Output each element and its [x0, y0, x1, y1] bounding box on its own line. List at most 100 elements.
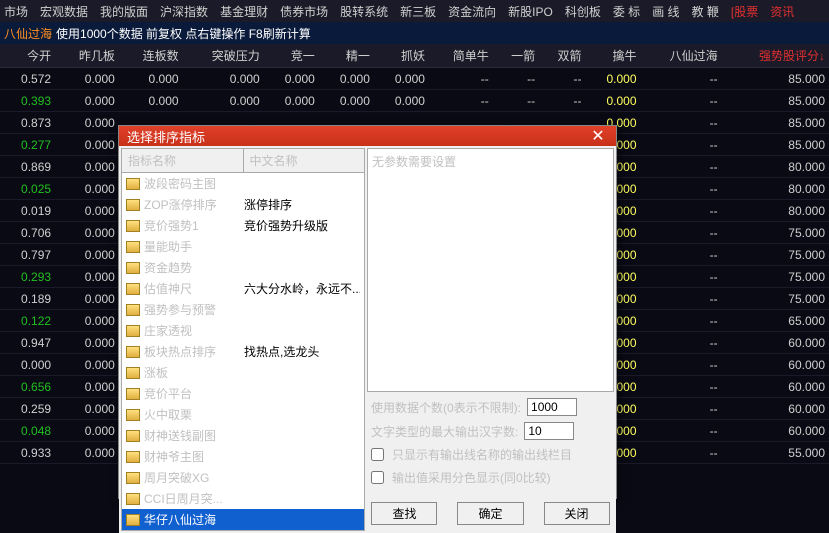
list-item[interactable]: 财神送钱副图 — [122, 425, 364, 446]
table-row[interactable]: 0.3930.0000.0000.0000.0000.0000.000-----… — [0, 90, 829, 112]
close-button[interactable]: 关闭 — [544, 502, 610, 525]
subbar-text: 使用1000个数据 前复权 点右键操作 F8刷新计算 — [56, 25, 311, 42]
column-header[interactable]: 八仙过海 — [641, 44, 722, 68]
cell: 0.000 — [319, 68, 374, 90]
indicator-icon — [126, 304, 140, 316]
list-item[interactable]: 华仔八仙过海 — [122, 509, 364, 530]
indicator-name: 估值神尺 — [144, 280, 240, 297]
menu-item[interactable]: 新股IPO — [508, 3, 553, 20]
cell: -- — [641, 68, 722, 90]
column-header[interactable]: 简单牛 — [429, 44, 493, 68]
list-item[interactable]: 涨板 — [122, 362, 364, 383]
menu-item[interactable]: 画 线 — [652, 3, 679, 20]
menu-item[interactable]: 沪深指数 — [160, 3, 208, 20]
only-named-label: 只显示有输出线名称的输出线栏目 — [392, 446, 572, 463]
column-header[interactable]: 竞一 — [264, 44, 319, 68]
table-row[interactable]: 0.5720.0000.0000.0000.0000.0000.000-----… — [0, 68, 829, 90]
menu-item[interactable]: 教 鞭 — [692, 3, 719, 20]
list-item[interactable]: 火中取栗 — [122, 404, 364, 425]
column-header[interactable]: 昨几板 — [55, 44, 119, 68]
col-indicator-name[interactable]: 指标名称 — [122, 149, 244, 172]
list-item[interactable]: 波段密码主图 — [122, 173, 364, 194]
indicator-icon — [126, 178, 140, 190]
subbar-title: 八仙过海 — [4, 25, 52, 42]
column-header[interactable]: 双箭 — [539, 44, 585, 68]
indicator-name: ZOP涨停排序 — [144, 196, 240, 213]
cell: 0.000 — [55, 200, 119, 222]
list-item[interactable]: 财神爷主图 — [122, 446, 364, 467]
cell: 0.000 — [585, 90, 640, 112]
cell: 0.000 — [183, 90, 264, 112]
menu-item[interactable]: 资金流向 — [448, 3, 496, 20]
menu-item[interactable]: 科创板 — [565, 3, 601, 20]
close-icon[interactable]: ✕ — [588, 126, 608, 146]
list-item[interactable]: CCI日周月突... — [122, 488, 364, 509]
cell: 0.000 — [55, 332, 119, 354]
list-item[interactable]: 周月突破XG — [122, 467, 364, 488]
cell: 85.000 — [722, 112, 829, 134]
cell: 0.277 — [0, 134, 55, 156]
only-named-checkbox[interactable] — [371, 448, 384, 461]
cell: 0.000 — [55, 310, 119, 332]
list-item[interactable]: ZOP涨停排序涨停排序 — [122, 194, 364, 215]
list-item[interactable]: 竞价平台 — [122, 383, 364, 404]
cell: -- — [641, 398, 722, 420]
cell: 0.259 — [0, 398, 55, 420]
cell: 0.000 — [119, 68, 183, 90]
list-item[interactable]: 量能助手 — [122, 236, 364, 257]
cell: -- — [539, 90, 585, 112]
menu-item[interactable]: [股票 — [731, 3, 758, 20]
list-item[interactable]: 估值神尺六大分水岭，永远不... — [122, 278, 364, 299]
cell: -- — [641, 112, 722, 134]
column-header[interactable]: 一箭 — [493, 44, 539, 68]
menu-item[interactable]: 我的版面 — [100, 3, 148, 20]
menu-item[interactable]: 委 标 — [613, 3, 640, 20]
cell: -- — [641, 376, 722, 398]
cell: -- — [539, 68, 585, 90]
cell: 0.000 — [55, 222, 119, 244]
cell: 0.000 — [264, 68, 319, 90]
column-header[interactable]: 抓妖 — [374, 44, 429, 68]
data-count-input[interactable] — [527, 398, 577, 416]
col-chinese-name[interactable]: 中文名称 — [244, 149, 365, 172]
list-item[interactable]: 板块热点排序找热点,选龙头 — [122, 341, 364, 362]
max-chars-input[interactable] — [524, 422, 574, 440]
cell: 60.000 — [722, 354, 829, 376]
cell: -- — [641, 354, 722, 376]
cell: 0.000 — [374, 90, 429, 112]
column-header[interactable]: 强势股评分↓ — [722, 44, 829, 68]
cell: 80.000 — [722, 178, 829, 200]
column-header[interactable]: 精一 — [319, 44, 374, 68]
indicator-list[interactable]: 波段密码主图ZOP涨停排序涨停排序竞价强势1竞价强势升级版量能助手资金趋势估值神… — [122, 173, 364, 530]
menu-item[interactable]: 资讯 — [770, 3, 794, 20]
indicator-name: 资金趋势 — [144, 259, 240, 276]
dialog-titlebar[interactable]: 选择排序指标 ✕ — [119, 126, 616, 146]
cell: 0.000 — [0, 354, 55, 376]
column-header[interactable]: 今开 — [0, 44, 55, 68]
menu-item[interactable]: 基金理财 — [220, 3, 268, 20]
menu-item[interactable]: 市场 — [4, 3, 28, 20]
cell: 0.706 — [0, 222, 55, 244]
menu-item[interactable]: 债券市场 — [280, 3, 328, 20]
indicator-icon — [126, 493, 140, 505]
menu-item[interactable]: 股转系统 — [340, 3, 388, 20]
menu-item[interactable]: 新三板 — [400, 3, 436, 20]
indicator-icon — [126, 451, 140, 463]
list-item[interactable]: 庄家透视 — [122, 320, 364, 341]
list-item[interactable]: 资金趋势 — [122, 257, 364, 278]
find-button[interactable]: 查找 — [371, 502, 437, 525]
cell: -- — [429, 90, 493, 112]
column-header[interactable]: 突破压力 — [183, 44, 264, 68]
indicator-icon — [126, 409, 140, 421]
cell: -- — [641, 156, 722, 178]
list-item[interactable]: 竞价强势1竞价强势升级版 — [122, 215, 364, 236]
list-item[interactable]: 强势参与预警 — [122, 299, 364, 320]
menu-item[interactable]: 宏观数据 — [40, 3, 88, 20]
ok-button[interactable]: 确定 — [457, 502, 523, 525]
column-header[interactable]: 擒牛 — [585, 44, 640, 68]
color-output-checkbox[interactable] — [371, 471, 384, 484]
cell: 85.000 — [722, 90, 829, 112]
cell: 60.000 — [722, 332, 829, 354]
indicator-name: 火中取栗 — [144, 406, 240, 423]
column-header[interactable]: 连板数 — [119, 44, 183, 68]
